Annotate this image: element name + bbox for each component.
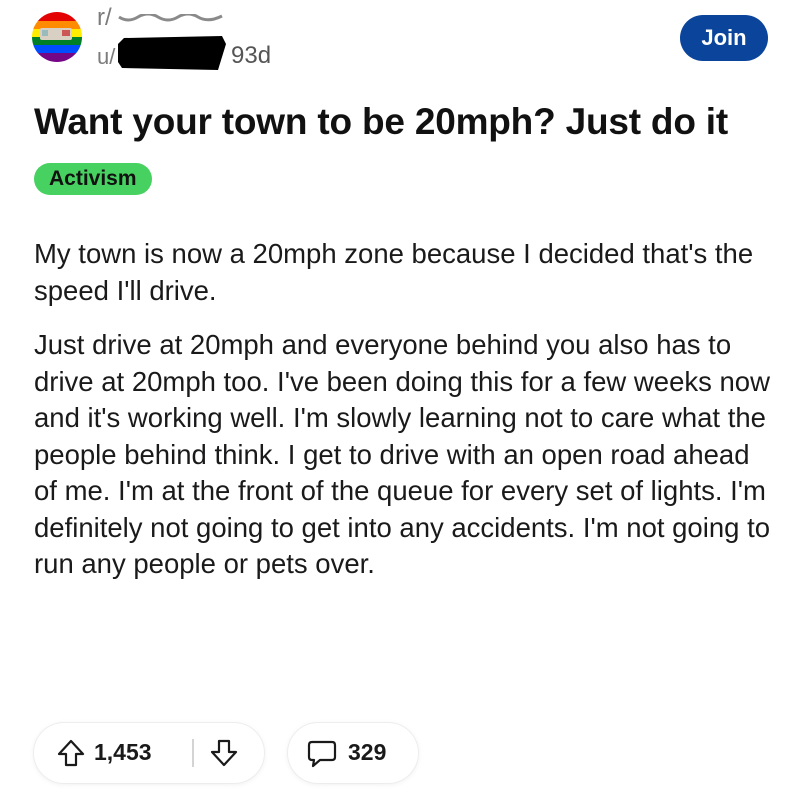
comments-button[interactable]: 329: [288, 723, 418, 783]
speech-bubble-icon: [307, 740, 337, 768]
body-paragraph: Just drive at 20mph and everyone behind …: [34, 329, 771, 579]
vote-score: 1,453: [94, 739, 152, 765]
post-body: My town is now a 20mph zone because I de…: [34, 236, 774, 601]
flair-label: Activism: [49, 167, 137, 190]
subreddit-prefix[interactable]: r/: [97, 4, 112, 32]
comment-count: 329: [348, 739, 387, 765]
join-button[interactable]: Join: [680, 15, 768, 61]
arrow-down-icon[interactable]: [209, 738, 239, 768]
subreddit-avatar[interactable]: [32, 12, 82, 62]
vote-divider: [192, 739, 194, 767]
body-paragraph: My town is now a 20mph zone because I de…: [34, 238, 754, 306]
reddit-post: r/ u/ 93d Join Want your town to be 20mp…: [0, 0, 800, 795]
pride-flag-icon: [32, 12, 82, 62]
flair-badge[interactable]: Activism: [34, 163, 152, 195]
post-title[interactable]: Want your town to be 20mph? Just do it: [34, 101, 728, 143]
username-prefix[interactable]: u/: [97, 44, 115, 70]
post-age: 93d: [231, 42, 272, 69]
subreddit-name-redaction: [118, 14, 223, 22]
arrow-up-icon[interactable]: [56, 738, 86, 768]
vote-control: 1,453: [34, 723, 264, 783]
username-redaction: [118, 36, 226, 70]
